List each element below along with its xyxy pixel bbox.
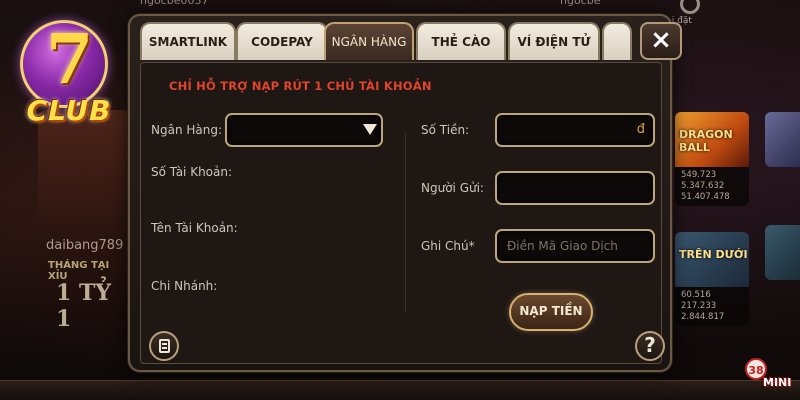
promo-prize: 1 TỶ 1 [56,280,112,332]
close-button[interactable]: × [640,22,682,60]
note-field[interactable] [495,229,655,263]
currency-symbol: đ [636,122,645,137]
mini-games-button[interactable]: 38 MINI [745,358,797,394]
help-button[interactable]: ? [635,331,665,361]
settings-shortcut[interactable]: Cài đặt [660,0,720,26]
amount-field[interactable]: đ [495,113,655,147]
promo-username: daibang789 [46,238,124,253]
note-input[interactable] [497,231,653,261]
sender-field[interactable] [495,171,655,205]
game-card-dragon-ball[interactable]: DRAGON BALL 549.723 5.347.632 51.407.478 [675,112,749,206]
jackpot-value: 5.347.632 [681,181,725,191]
account-number-label: Số Tài Khoản: [151,165,233,179]
history-button[interactable] [149,331,179,361]
jackpot-value: 217.233 [681,301,717,311]
gear-icon [680,0,700,14]
sender-input[interactable] [497,173,653,203]
jackpot-value: 60.516 [681,290,711,300]
amount-input[interactable] [497,115,653,145]
promo-banner[interactable]: daibang789 THÁNG TẠI XỈU 1 TỶ 1 [38,110,130,332]
sender-label: Người Gửi: [421,181,484,195]
bank-select-value[interactable] [227,115,381,145]
bank-select[interactable] [225,113,383,147]
amount-label: Số Tiền: [421,123,470,137]
jackpot-value: 51.407.478 [681,192,730,202]
club-logo: 7 CLUB [6,18,124,128]
game-card-partial[interactable] [765,225,800,280]
mini-label: MINI [763,376,792,389]
game-card-partial[interactable] [765,112,800,167]
promo-title: THÁNG TẠI XỈU [48,260,110,282]
game-card-art [765,112,800,167]
jackpot-values: 60.516 217.233 2.844.817 [675,287,749,326]
jackpot-value: 2.844.817 [681,312,725,322]
jackpot-values: 549.723 5.347.632 51.407.478 [675,167,749,206]
tab-bank[interactable]: NGÂN HÀNG [324,22,414,60]
game-card-art [765,225,800,280]
game-card-title: TRÊN DƯỚI [679,248,748,261]
background-username: hgocbe0037 [140,0,209,7]
tab-codepay[interactable]: CODEPAY [236,22,328,60]
game-card-title: DRAGON BALL [679,128,733,154]
game-card-tren-duoi[interactable]: TRÊN DƯỚI 60.516 217.233 2.844.817 [675,232,749,326]
column-divider [405,133,406,313]
chevron-down-icon [363,124,377,135]
branch-label: Chi Nhánh: [151,279,218,293]
notice-text: CHỈ HỖ TRỢ NẠP RÚT 1 CHỦ TÀI KHOẢN [169,79,432,93]
tab-more[interactable] [602,22,632,60]
logo-number: 7 [46,20,94,100]
deposit-button[interactable]: NẠP TIỀN [509,293,593,331]
tab-e-wallet[interactable]: VÍ ĐIỆN TỬ [508,22,600,60]
bank-label: Ngân Hàng: [151,123,223,137]
deposit-dialog: SMARTLINK CODEPAY NGÂN HÀNG THẺ CÀO VÍ Đ… [128,14,682,372]
tab-smartlink[interactable]: SMARTLINK [140,22,236,60]
note-label: Ghi Chú* [421,239,475,253]
jackpot-value: 549.723 [681,170,717,180]
bottom-bar [0,380,800,400]
game-card-art: DRAGON BALL [675,112,749,167]
background-username-right: hgocbe [560,0,601,7]
tab-card[interactable]: THẺ CÀO [416,22,506,60]
bank-deposit-panel: CHỈ HỖ TRỢ NẠP RÚT 1 CHỦ TÀI KHOẢN Ngân … [140,62,665,364]
document-icon [159,339,170,353]
account-name-label: Tên Tài Khoản: [151,221,238,235]
game-card-art: TRÊN DƯỚI [675,232,749,287]
logo-text: CLUB [26,94,112,127]
payment-tabs: SMARTLINK CODEPAY NGÂN HÀNG THẺ CÀO VÍ Đ… [140,22,682,62]
